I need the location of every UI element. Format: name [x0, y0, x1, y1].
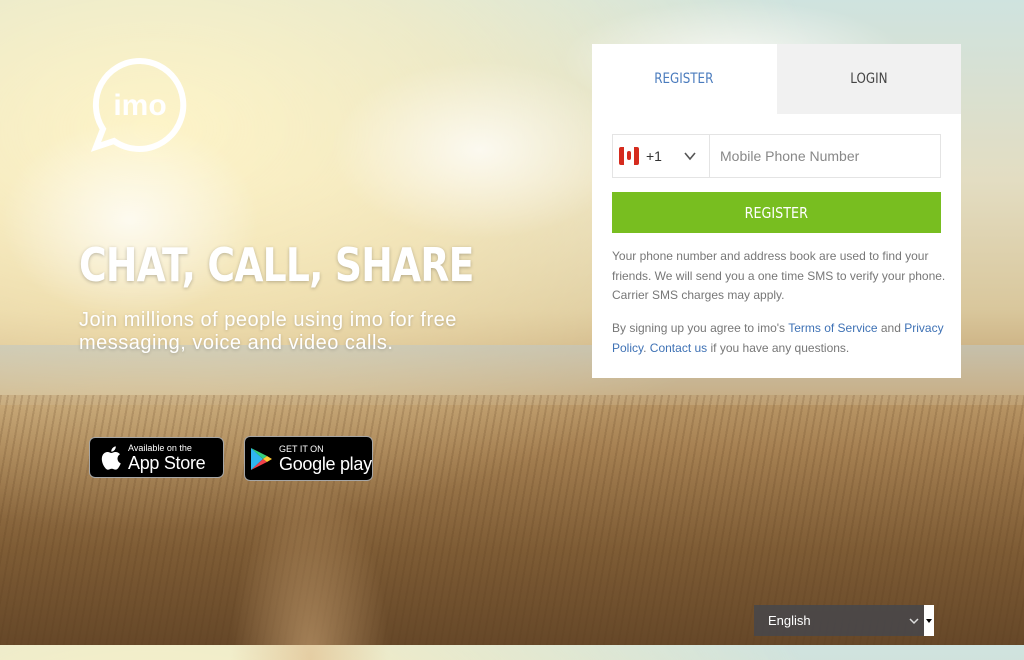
app-store-big-label: App Store	[128, 452, 206, 473]
chevron-down-icon	[909, 617, 919, 624]
sand-path	[230, 480, 390, 660]
terms-suffix: if you have any questions.	[707, 340, 850, 355]
contact-us-link[interactable]: Contact us	[650, 341, 707, 355]
terms-prefix: By signing up you agree to imo's	[612, 321, 789, 335]
register-button-label: REGISTER	[744, 203, 809, 222]
app-store-small-label: Available on the	[128, 442, 192, 453]
imo-logo-icon[interactable]: imo	[90, 55, 190, 155]
dropdown-arrow-icon	[924, 605, 934, 636]
terms-of-service-link[interactable]: Terms of Service	[788, 321, 877, 335]
app-store-text: Available on the App Store	[128, 442, 206, 473]
apple-icon	[101, 445, 121, 470]
chevron-down-icon	[684, 152, 696, 161]
google-play-text: GET IT ON Google play	[279, 444, 372, 474]
logo-text: imo	[113, 89, 166, 122]
tab-register-label: REGISTER	[654, 71, 714, 87]
register-button[interactable]: REGISTER	[612, 192, 941, 233]
google-play-icon	[251, 447, 272, 470]
canada-flag-icon	[619, 147, 639, 165]
tab-register[interactable]: REGISTER	[592, 44, 777, 114]
country-code: +1	[646, 148, 662, 164]
terms-notice: By signing up you agree to imo's Terms o…	[612, 319, 947, 358]
privacy-separator: .	[643, 340, 650, 355]
tab-login[interactable]: LOGIN	[776, 44, 961, 114]
country-code-select[interactable]: +1	[613, 135, 710, 177]
auth-tabs: REGISTER LOGIN	[592, 44, 961, 114]
google-play-big-label: Google play	[279, 453, 372, 474]
phone-number-input[interactable]	[710, 134, 940, 178]
hero-title: CHAT, CALL, SHARE	[79, 238, 474, 292]
language-select[interactable]: English	[754, 605, 934, 636]
hero-subtitle: Join millions of people using imo for fr…	[79, 309, 457, 354]
auth-panel: REGISTER LOGIN +1 REGISTER Your phone nu…	[592, 44, 961, 378]
language-selected: English	[768, 613, 811, 628]
phone-row: +1	[612, 134, 941, 178]
terms-and: and	[877, 321, 905, 335]
tab-login-label: LOGIN	[850, 71, 888, 87]
phone-usage-info: Your phone number and address book are u…	[612, 249, 946, 302]
app-store-badge[interactable]: Available on the App Store	[89, 437, 224, 478]
google-play-small-label: GET IT ON	[279, 443, 324, 454]
google-play-badge[interactable]: GET IT ON Google play	[244, 436, 373, 481]
